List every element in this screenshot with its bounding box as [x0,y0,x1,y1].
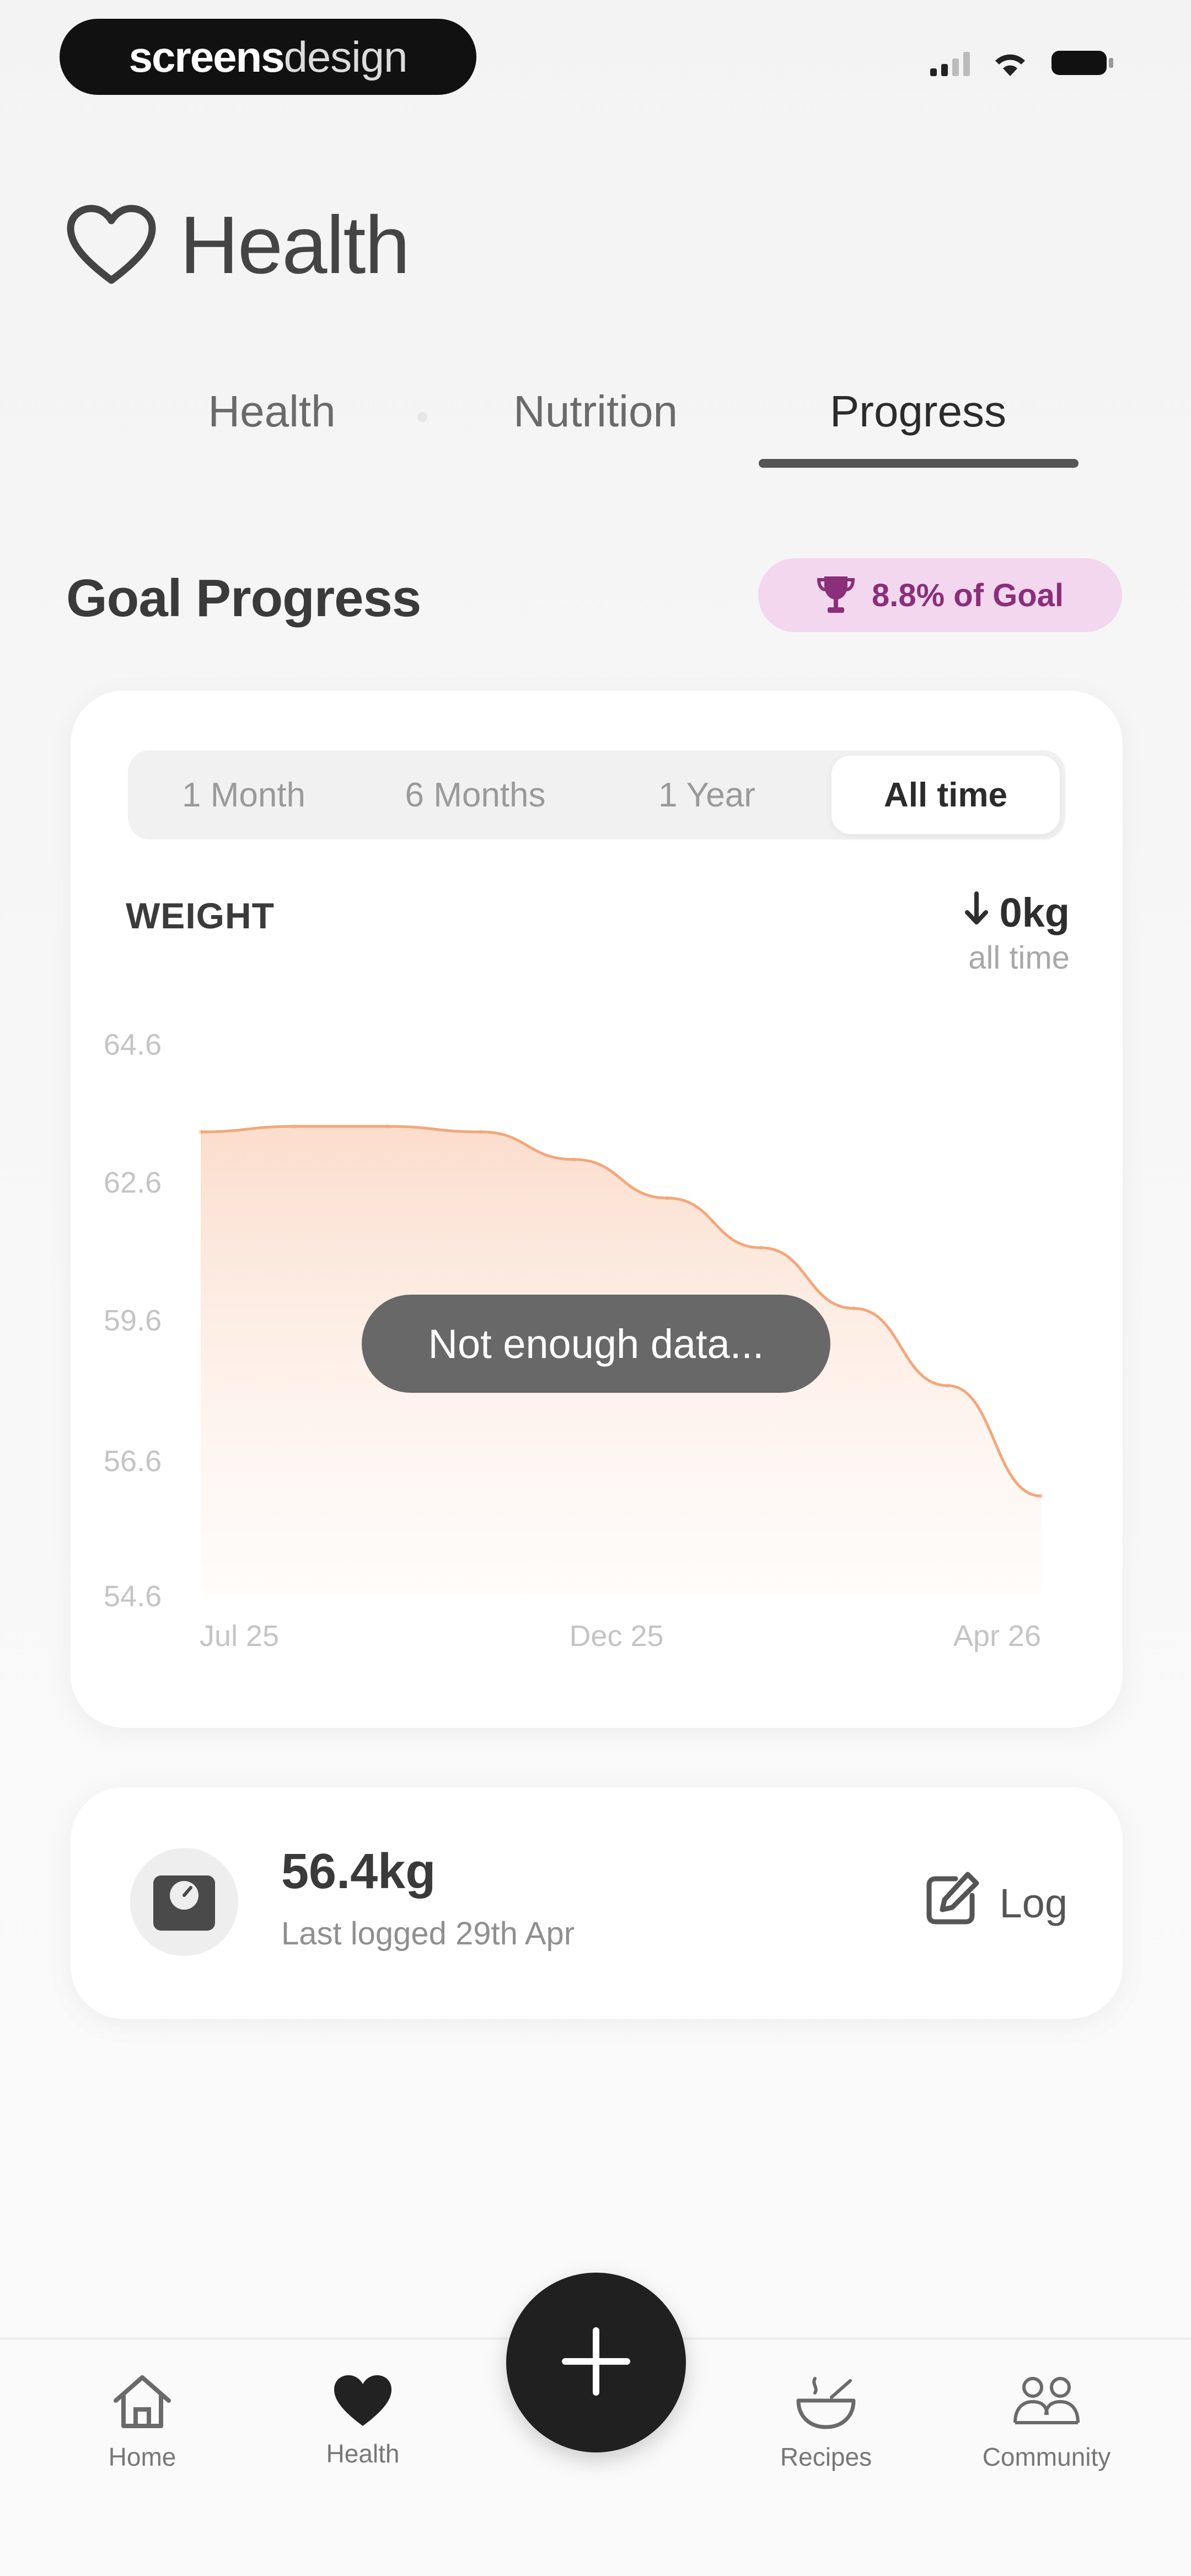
people-icon [1011,2373,1082,2434]
nav-community-label: Community [982,2443,1111,2471]
weight-data-point [665,1196,670,1200]
tab-progress[interactable]: Progress [783,386,1053,437]
latest-weight-value: 56.4kg [281,1844,436,1899]
weight-data-point [479,1130,483,1134]
scale-icon [130,1848,238,1956]
status-bar [930,49,1117,77]
nav-home-label: Home [108,2443,176,2471]
heart-outline-icon [65,203,158,288]
weight-data-point [572,1157,577,1162]
nav-health-label: Health [326,2439,400,2468]
weight-data-point [1039,1494,1043,1498]
nav-home[interactable]: Home [60,2373,225,2472]
weight-chart: 64.6 62.6 59.6 56.6 54.6 Jul 25 Dec 25 Apr 26 [104,1028,1043,1653]
page-title: Health [180,200,410,291]
y-tick-label: 64.6 [104,1028,162,1061]
bowl-icon [793,2373,859,2434]
trophy-icon [817,573,855,618]
edit-icon [924,1870,981,1937]
screen: screens design Health Health Nutrition P… [0,0,1191,2576]
y-tick-label: 54.6 [104,1580,162,1613]
brand-watermark: screens design [60,19,476,95]
y-tick-label: 62.6 [104,1166,162,1199]
nav-recipes[interactable]: Recipes [743,2373,909,2472]
weight-data-point [198,1130,203,1134]
log-weight-button[interactable]: Log [924,1870,1067,1937]
tab-health[interactable]: Health [203,386,341,437]
heart-icon [331,2373,395,2431]
goal-percentage-badge: 8.8% of Goal [758,558,1122,632]
battery-icon [1050,49,1117,77]
wifi-icon [991,49,1029,77]
tab-nutrition[interactable]: Nutrition [496,386,695,437]
log-button-label: Log [999,1880,1067,1926]
signal-icon [930,50,970,76]
weight-chart-card: 1 Month 6 Months 1 Year All time WEIGHT … [71,691,1123,1728]
y-tick-label: 56.6 [104,1445,162,1478]
weight-data-point [292,1124,297,1129]
tab-separator-dot [417,412,427,422]
weight-data-point [385,1124,390,1129]
brand-part-2: design [283,32,408,81]
brand-part-1: screens [128,32,285,81]
home-icon [110,2373,174,2434]
active-tab-indicator [759,459,1079,468]
goal-progress-title: Goal Progress [66,569,421,628]
add-button[interactable] [506,2273,686,2452]
plus-icon [557,2323,635,2403]
nav-health[interactable]: Health [280,2373,446,2468]
not-enough-data-tooltip: Not enough data... [362,1295,830,1393]
y-tick-label: 59.6 [104,1304,162,1337]
nav-community[interactable]: Community [964,2373,1129,2472]
weight-data-point [852,1306,857,1311]
x-tick-label: Apr 26 [953,1620,1041,1653]
weight-data-point [945,1383,950,1388]
x-tick-label: Jul 25 [200,1620,279,1653]
x-tick-label: Dec 25 [569,1620,663,1653]
nav-recipes-label: Recipes [780,2443,872,2471]
last-logged-date: Last logged 29th Apr [281,1916,575,1952]
page-header: Health [65,199,410,292]
weight-data-point [759,1246,763,1250]
goal-badge-label: 8.8% of Goal [871,577,1064,613]
last-weight-card: 56.4kg Last logged 29th Apr Log [71,1787,1123,2019]
